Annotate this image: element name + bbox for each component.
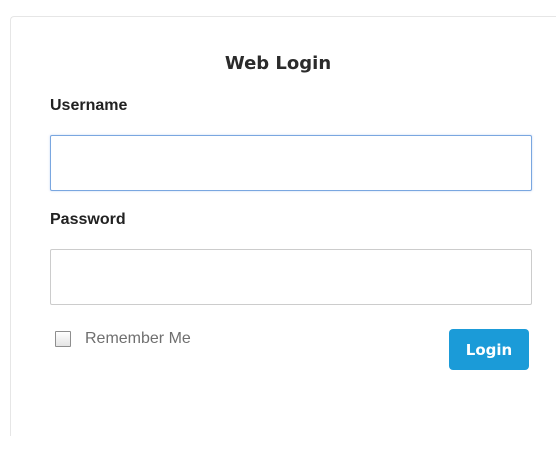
- remember-me-checkbox[interactable]: [55, 331, 71, 347]
- password-input[interactable]: [50, 249, 532, 305]
- page-title: Web Login: [224, 53, 332, 74]
- username-label: Username: [50, 97, 128, 114]
- password-label: Password: [50, 211, 126, 228]
- remember-me-row[interactable]: Remember Me: [55, 330, 191, 348]
- username-input[interactable]: [50, 135, 532, 191]
- remember-me-label[interactable]: Remember Me: [85, 330, 191, 348]
- login-button[interactable]: Login: [449, 329, 529, 370]
